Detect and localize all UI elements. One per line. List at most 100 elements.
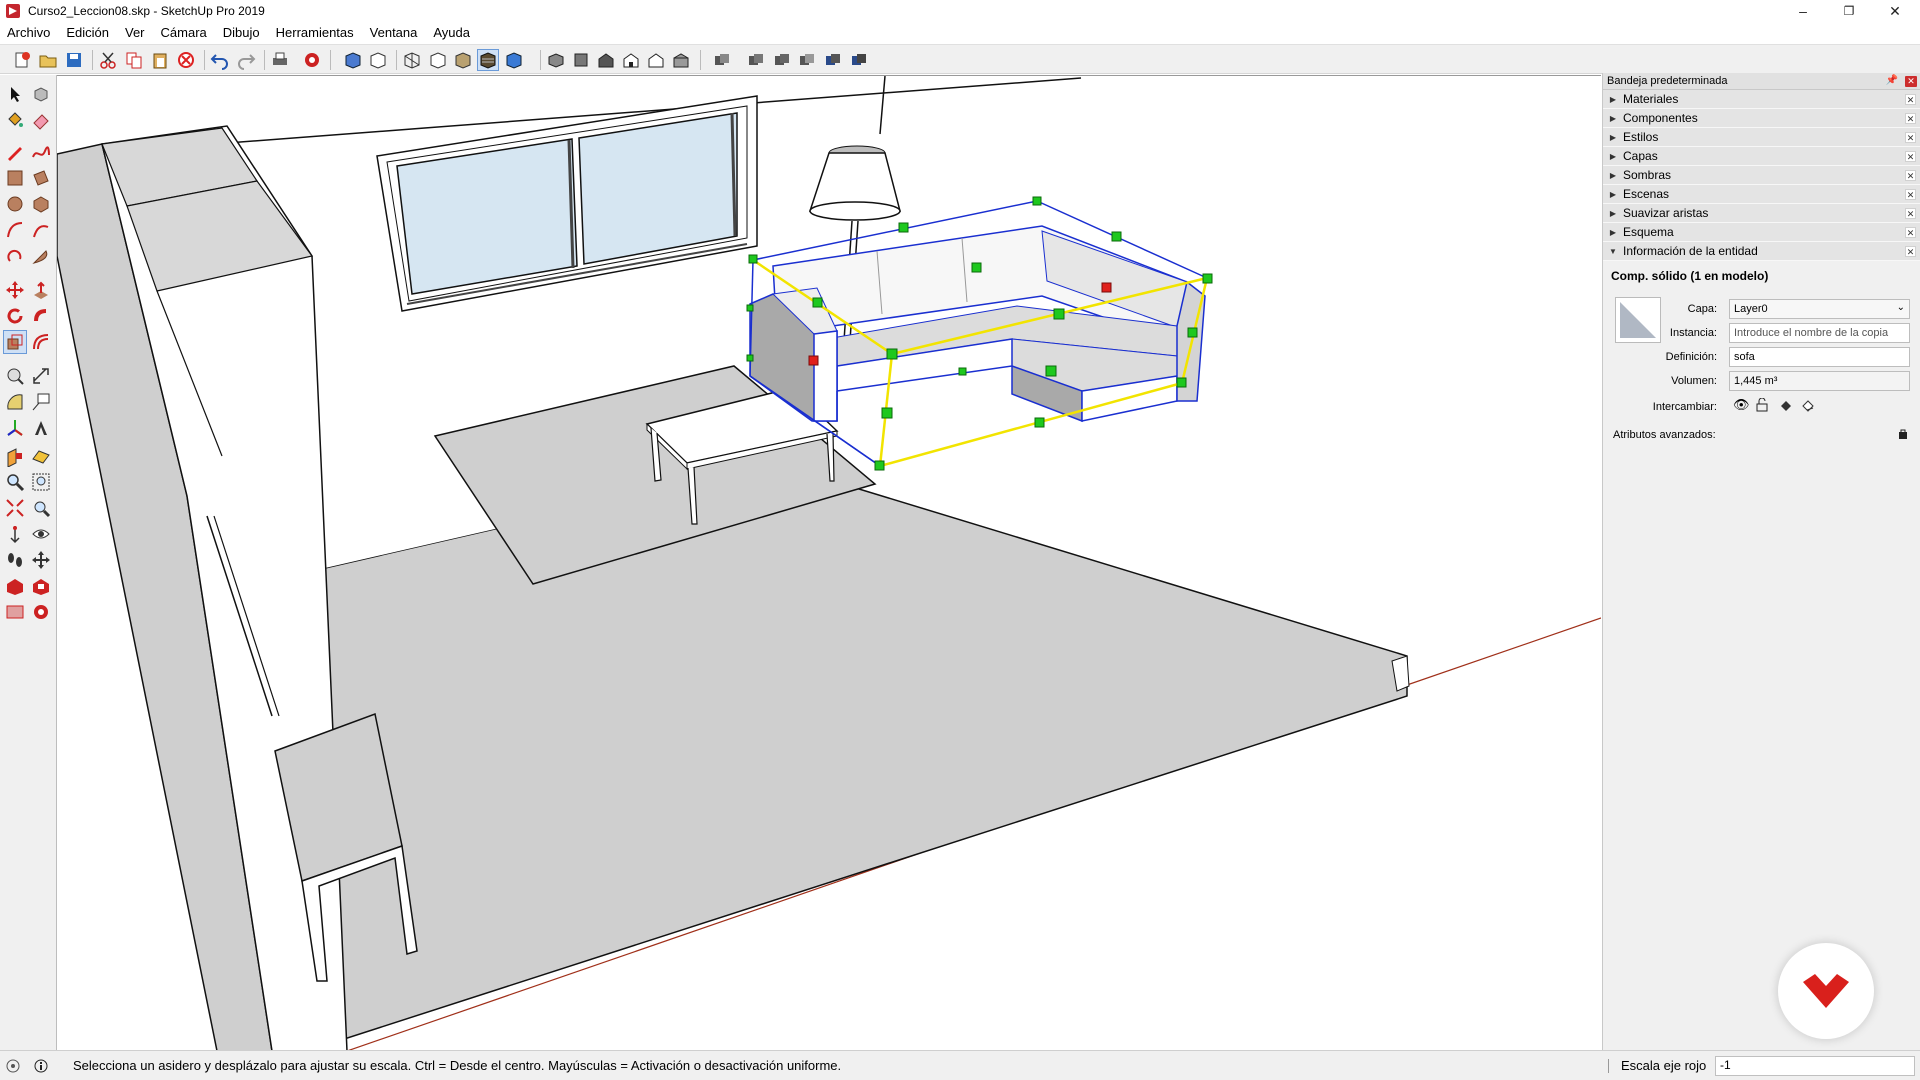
menu-dibujo[interactable]: Dibujo	[215, 22, 268, 44]
scale-icon[interactable]	[3, 330, 27, 354]
3d-warehouse-icon[interactable]	[4, 575, 26, 597]
select-arrow-icon[interactable]	[4, 83, 26, 105]
rotated-rectangle-icon[interactable]	[30, 167, 52, 189]
pin-icon[interactable]: 📌	[1886, 75, 1898, 86]
geolocation-icon[interactable]	[6, 1059, 20, 1073]
expand-advanced-icon[interactable]	[1897, 428, 1909, 440]
protractor-icon[interactable]	[4, 391, 26, 413]
cast-shadows-icon[interactable]	[1801, 398, 1815, 412]
measurements-input[interactable]: -1	[1715, 1056, 1915, 1076]
model-info-icon[interactable]	[302, 50, 322, 70]
rectangle-icon[interactable]	[4, 167, 26, 189]
move-icon[interactable]	[4, 279, 26, 301]
new-file-icon[interactable]	[12, 50, 32, 70]
solid-split-icon[interactable]	[849, 50, 869, 70]
panel-componentes[interactable]: ▶ Componentes ✕	[1603, 109, 1920, 128]
section-plane-icon[interactable]	[4, 445, 26, 467]
pan-icon[interactable]	[30, 549, 52, 571]
freehand-icon[interactable]	[30, 141, 52, 163]
hidden-line-icon[interactable]	[428, 50, 448, 70]
eraser-icon[interactable]	[30, 109, 52, 131]
axes-icon[interactable]	[4, 417, 26, 439]
zoom-icon[interactable]	[4, 471, 26, 493]
position-camera-icon[interactable]	[4, 523, 26, 545]
wireframe-icon[interactable]	[402, 50, 422, 70]
panel-close-icon[interactable]: ✕	[1905, 151, 1916, 162]
panel-close-icon[interactable]: ✕	[1905, 170, 1916, 181]
minimize-button[interactable]: –	[1780, 0, 1826, 22]
solid-intersect-icon[interactable]	[746, 50, 766, 70]
panel-capas[interactable]: ▶ Capas ✕	[1603, 147, 1920, 166]
walk-icon[interactable]	[4, 549, 26, 571]
extension-manager-icon[interactable]	[30, 601, 52, 623]
menu-archivo[interactable]: Archivo	[0, 22, 58, 44]
rotate-icon[interactable]	[4, 305, 26, 327]
print-icon[interactable]	[270, 50, 290, 70]
panel-escenas[interactable]: ▶ Escenas ✕	[1603, 185, 1920, 204]
panel-suavizar-aristas[interactable]: ▶ Suavizar aristas ✕	[1603, 204, 1920, 223]
panel-close-icon[interactable]: ✕	[1905, 246, 1916, 257]
arc-icon[interactable]	[4, 219, 26, 241]
panel-materiales[interactable]: ▶ Materiales ✕	[1603, 90, 1920, 109]
menu-ventana[interactable]: Ventana	[362, 22, 426, 44]
top-view-icon[interactable]	[571, 50, 591, 70]
line-pencil-icon[interactable]	[4, 141, 26, 163]
shaded-icon[interactable]	[453, 50, 473, 70]
menu-camara[interactable]: Cámara	[153, 22, 215, 44]
solid-union-icon[interactable]	[772, 50, 792, 70]
paint-bucket-icon[interactable]	[4, 109, 26, 131]
panel-close-icon[interactable]: ✕	[1905, 113, 1916, 124]
drawing-viewport[interactable]	[57, 75, 1601, 1050]
previous-view-icon[interactable]	[30, 497, 52, 519]
cut-icon[interactable]	[98, 50, 118, 70]
3d-text-icon[interactable]	[30, 417, 52, 439]
push-pull-icon[interactable]	[30, 279, 52, 301]
lock-icon[interactable]	[1755, 398, 1769, 412]
menu-ver[interactable]: Ver	[117, 22, 153, 44]
redo-icon[interactable]	[236, 50, 256, 70]
paste-icon[interactable]	[150, 50, 170, 70]
undo-icon[interactable]	[210, 50, 230, 70]
maximize-button[interactable]: ❐	[1826, 0, 1872, 22]
text-tool-icon[interactable]	[30, 391, 52, 413]
panel-close-icon[interactable]: ✕	[1905, 189, 1916, 200]
monochrome-icon[interactable]	[504, 50, 524, 70]
shaded-textures-icon[interactable]	[477, 49, 499, 71]
circle-icon[interactable]	[4, 193, 26, 215]
front-view-icon[interactable]	[596, 50, 616, 70]
erase-selection-icon[interactable]	[176, 50, 196, 70]
dimension-icon[interactable]	[30, 365, 52, 387]
panel-sombras[interactable]: ▶ Sombras ✕	[1603, 166, 1920, 185]
back-edges-icon[interactable]	[368, 50, 388, 70]
two-point-arc-icon[interactable]	[30, 219, 52, 241]
zoom-extents-icon[interactable]	[4, 497, 26, 519]
look-eye-icon[interactable]	[30, 523, 52, 545]
polygon-icon[interactable]	[30, 193, 52, 215]
definition-input[interactable]: sofa	[1729, 347, 1910, 367]
3d-model-scene[interactable]	[57, 76, 1601, 1050]
visibility-eye-icon[interactable]: 👁	[1733, 397, 1750, 413]
offset-icon[interactable]	[30, 331, 52, 353]
extension-warehouse-icon[interactable]	[30, 575, 52, 597]
xray-icon[interactable]	[343, 50, 363, 70]
panel-close-icon[interactable]: ✕	[1905, 208, 1916, 219]
left-view-icon[interactable]	[671, 50, 691, 70]
copy-icon[interactable]	[124, 50, 144, 70]
menu-ayuda[interactable]: Ayuda	[425, 22, 478, 44]
right-view-icon[interactable]	[621, 50, 641, 70]
zoom-window-icon[interactable]	[30, 471, 52, 493]
back-view-icon[interactable]	[646, 50, 666, 70]
solid-outer-shell-icon[interactable]	[712, 50, 732, 70]
receive-shadows-icon[interactable]	[1779, 398, 1793, 412]
pie-icon[interactable]	[30, 245, 52, 267]
solid-trim-icon[interactable]	[823, 50, 843, 70]
menu-edicion[interactable]: Edición	[58, 22, 117, 44]
follow-me-icon[interactable]	[30, 305, 52, 327]
iso-view-icon[interactable]	[546, 50, 566, 70]
close-window-button[interactable]: ✕	[1872, 0, 1918, 22]
instance-name-input[interactable]: Introduce el nombre de la copia	[1729, 323, 1910, 343]
solid-subtract-icon[interactable]	[797, 50, 817, 70]
panel-close-icon[interactable]: ✕	[1905, 227, 1916, 238]
layout-icon[interactable]	[4, 601, 26, 623]
panel-close-icon[interactable]: ✕	[1905, 94, 1916, 105]
